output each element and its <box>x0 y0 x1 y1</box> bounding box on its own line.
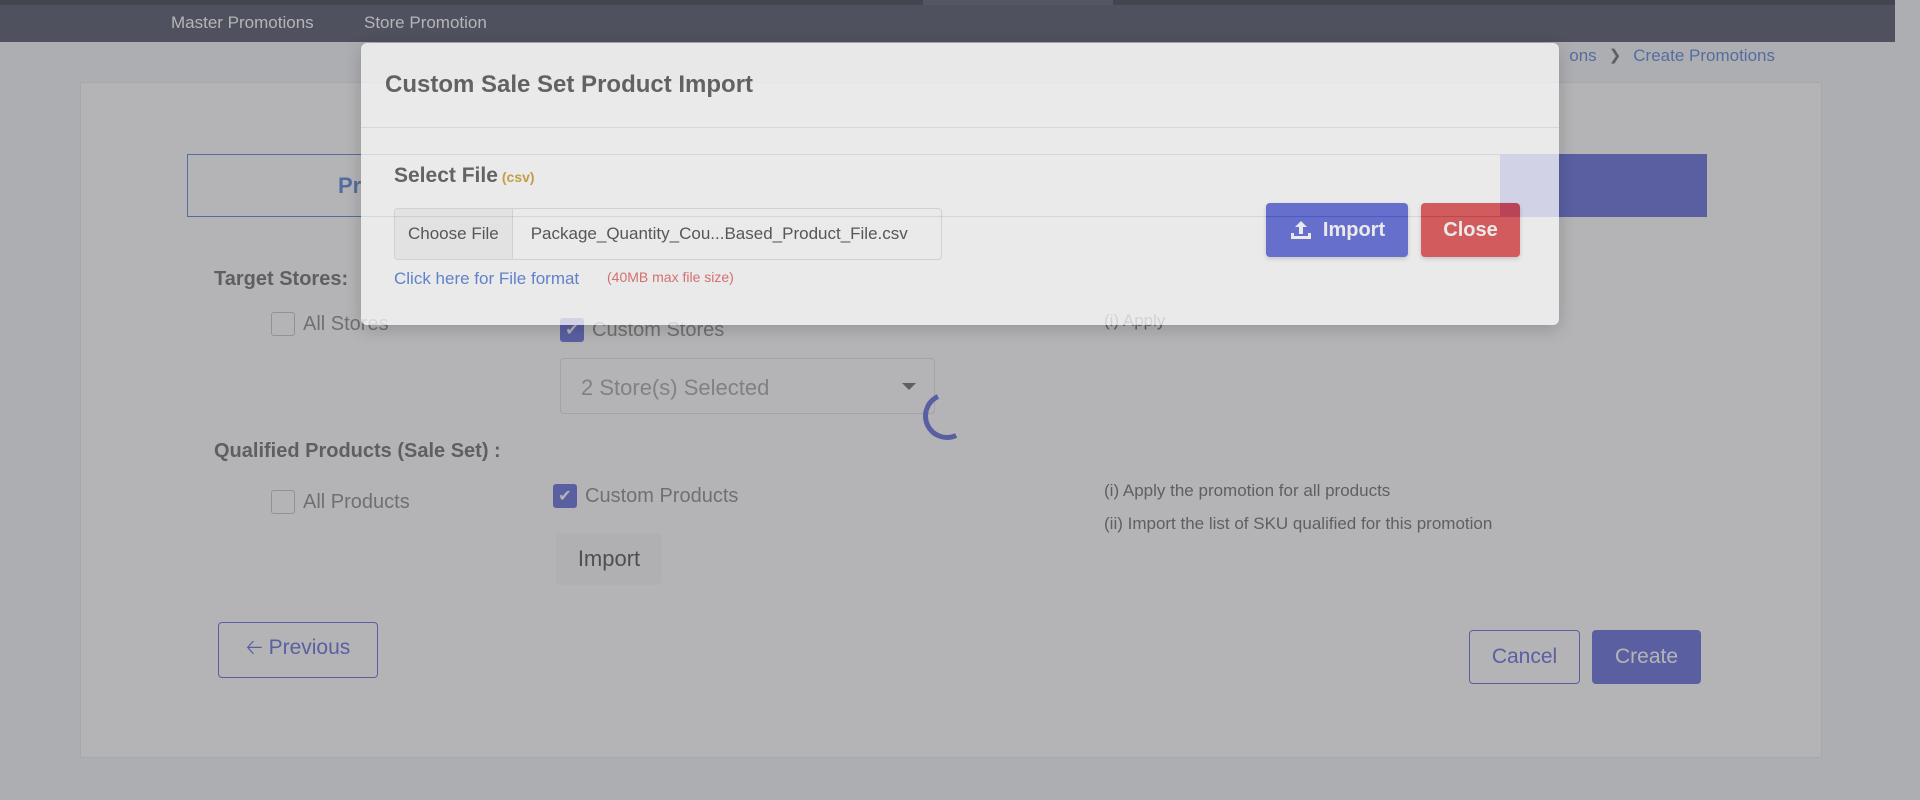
file-size-note: (40MB max file size) <box>607 269 734 285</box>
upload-icon <box>1290 221 1311 239</box>
choose-file-button[interactable]: Choose File <box>395 209 513 259</box>
modal-import-button[interactable]: Import <box>1266 203 1408 257</box>
file-input[interactable]: Choose File Package_Quantity_Cou...Based… <box>394 208 942 260</box>
modal-divider <box>361 127 1559 128</box>
modal-title: Custom Sale Set Product Import <box>385 71 754 98</box>
file-format-link[interactable]: Click here for File format <box>394 269 579 289</box>
selected-file-name: Package_Quantity_Cou...Based_Product_Fil… <box>530 224 908 243</box>
modal-import-label: Import <box>1322 218 1386 241</box>
select-file-text: Select File <box>394 164 498 187</box>
import-modal: Custom Sale Set Product Import Select Fi… <box>361 43 1559 325</box>
modal-close-button[interactable]: Close <box>1421 203 1520 257</box>
select-file-label: Select File (csv) <box>394 164 535 188</box>
file-type-tag: (csv) <box>501 169 535 185</box>
